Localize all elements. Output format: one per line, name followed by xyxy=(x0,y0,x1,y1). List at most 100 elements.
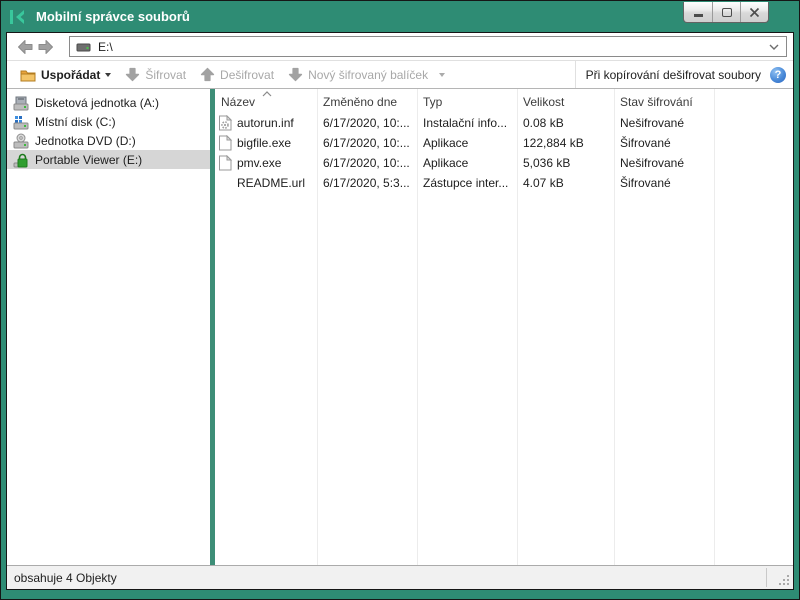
sidebar-item-label: Portable Viewer (E:) xyxy=(35,152,143,167)
encrypt-button[interactable]: Šifrovat xyxy=(118,63,193,87)
file-size: 122,884 kB xyxy=(523,136,584,150)
close-icon xyxy=(749,7,760,17)
file-icon xyxy=(217,135,233,151)
file-status: Nešifrované xyxy=(620,156,685,170)
file-name: bigfile.exe xyxy=(237,136,292,150)
header-size[interactable]: Velikost xyxy=(517,95,614,113)
column-divider[interactable] xyxy=(614,89,615,565)
floppy-drive-icon xyxy=(13,96,29,110)
titlebar: Mobilní správce souborů xyxy=(1,1,799,32)
file-row[interactable]: README.url 6/17/2020, 5:3... Zástupce in… xyxy=(215,173,793,193)
arrow-up-icon xyxy=(200,67,215,82)
new-encrypted-package-button[interactable]: Nový šifrovaný balíček xyxy=(281,63,452,87)
statusbar-separator xyxy=(766,568,767,587)
file-status: Šifrované xyxy=(620,136,671,150)
minimize-icon xyxy=(693,13,703,17)
main-area: Disketová jednotka (A:) Místní disk (C:) xyxy=(7,89,793,565)
file-modified: 6/17/2020, 10:... xyxy=(323,136,410,150)
file-list: Název Změněno dne Typ Velikost Stav šifr… xyxy=(215,89,793,565)
sidebar-item-drive-e[interactable]: Portable Viewer (E:) xyxy=(7,150,210,169)
toolbar-separator xyxy=(574,61,576,88)
back-arrow-icon xyxy=(17,39,32,54)
file-modified: 6/17/2020, 10:... xyxy=(323,156,410,170)
column-divider[interactable] xyxy=(517,89,518,565)
column-divider[interactable] xyxy=(317,89,318,565)
encrypt-label: Šifrovat xyxy=(145,67,187,82)
file-type: Aplikace xyxy=(423,136,469,150)
file-row[interactable]: bigfile.exe 6/17/2020, 10:... Aplikace 1… xyxy=(215,133,793,153)
dvd-drive-icon xyxy=(13,133,29,148)
file-name: pmv.exe xyxy=(237,156,282,170)
header-modified[interactable]: Změněno dne xyxy=(317,95,417,113)
arrow-down-icon xyxy=(126,67,140,82)
sidebar-item-label: Místní disk (C:) xyxy=(35,114,116,129)
list-header: Název Změněno dne Typ Velikost Stav šifr… xyxy=(215,89,793,113)
autorun-file-icon xyxy=(217,115,233,131)
sort-asc-icon xyxy=(262,91,272,97)
column-divider[interactable] xyxy=(714,89,715,565)
address-path: E:\ xyxy=(98,39,113,54)
toolbar-right: Při kopírování dešifrovat soubory ? xyxy=(574,61,793,88)
sidebar-item-label: Jednotka DVD (D:) xyxy=(35,133,136,148)
local-disk-icon xyxy=(13,115,29,129)
toolbar: Uspořádat Šifrovat Dešifrovat Nový šifro… xyxy=(7,61,793,89)
no-icon xyxy=(217,175,233,191)
navigation-row: E:\ xyxy=(7,33,793,61)
forward-arrow-icon xyxy=(38,39,53,54)
file-size: 5,036 kB xyxy=(523,156,571,170)
chevron-down-icon xyxy=(105,72,112,77)
file-type: Aplikace xyxy=(423,156,469,170)
file-modified: 6/17/2020, 10:... xyxy=(323,116,410,130)
status-bar: obsahuje 4 Objekty xyxy=(7,565,793,589)
copy-decrypt-option[interactable]: Při kopírování dešifrovat soubory xyxy=(586,68,761,82)
close-button[interactable] xyxy=(740,2,768,22)
maximize-button[interactable] xyxy=(712,2,740,22)
drive-icon xyxy=(76,43,91,51)
file-status: Nešifrované xyxy=(620,116,685,130)
file-row[interactable]: pmv.exe 6/17/2020, 10:... Aplikace 5,036… xyxy=(215,153,793,173)
new-package-label: Nový šifrovaný balíček xyxy=(308,67,429,82)
file-size: 0.08 kB xyxy=(523,116,564,130)
file-type: Instalační info... xyxy=(423,116,508,130)
file-type: Zástupce inter... xyxy=(423,176,509,190)
folder-icon xyxy=(20,70,36,81)
window-content: E:\ Uspořádat Šifrovat Dešifrovat Nový š… xyxy=(6,32,794,590)
decrypt-button[interactable]: Dešifrovat xyxy=(193,63,281,87)
file-row[interactable]: autorun.inf 6/17/2020, 10:... Instalační… xyxy=(215,113,793,133)
address-bar[interactable]: E:\ xyxy=(69,36,787,57)
chevron-down-icon xyxy=(439,72,446,77)
encrypted-drive-icon xyxy=(13,153,28,167)
app-window: Mobilní správce souborů E:\ Uspořádat Ši… xyxy=(0,0,800,600)
status-text: obsahuje 4 Objekty xyxy=(14,570,117,585)
maximize-icon xyxy=(721,7,732,17)
file-modified: 6/17/2020, 5:3... xyxy=(323,176,410,190)
forward-button[interactable] xyxy=(35,37,55,57)
header-type[interactable]: Typ xyxy=(417,95,517,113)
help-glyph: ? xyxy=(774,68,782,81)
window-controls xyxy=(683,2,769,23)
resize-grip[interactable] xyxy=(778,574,791,587)
kaspersky-logo xyxy=(10,9,24,24)
sidebar-item-label: Disketová jednotka (A:) xyxy=(35,95,160,110)
decrypt-label: Dešifrovat xyxy=(220,67,275,82)
organize-label: Uspořádat xyxy=(41,67,101,82)
file-name: autorun.inf xyxy=(237,116,294,130)
arrow-down-icon xyxy=(288,67,303,82)
chevron-down-icon[interactable] xyxy=(768,43,780,51)
column-divider[interactable] xyxy=(417,89,418,565)
file-status: Šifrované xyxy=(620,176,671,190)
sidebar-item-drive-c[interactable]: Místní disk (C:) xyxy=(7,112,210,131)
drives-sidebar: Disketová jednotka (A:) Místní disk (C:) xyxy=(7,89,210,565)
back-button[interactable] xyxy=(15,37,35,57)
organize-button[interactable]: Uspořádat xyxy=(13,63,118,87)
header-name[interactable]: Název xyxy=(215,95,317,113)
help-icon[interactable]: ? xyxy=(770,66,786,83)
file-icon xyxy=(217,155,233,171)
file-name: README.url xyxy=(237,176,306,190)
sidebar-item-drive-d[interactable]: Jednotka DVD (D:) xyxy=(7,131,210,150)
minimize-button[interactable] xyxy=(684,2,712,22)
sidebar-item-drive-a[interactable]: Disketová jednotka (A:) xyxy=(7,93,210,112)
header-status[interactable]: Stav šifrování xyxy=(614,95,714,113)
file-size: 4.07 kB xyxy=(523,176,564,190)
window-title: Mobilní správce souborů xyxy=(36,9,190,24)
